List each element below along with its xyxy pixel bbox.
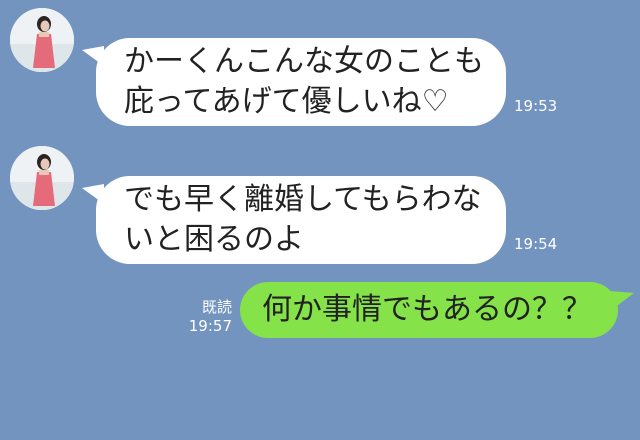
contact-avatar[interactable] bbox=[10, 146, 74, 210]
user-avatar-icon bbox=[10, 146, 74, 210]
user-avatar-icon bbox=[10, 8, 74, 72]
message-timestamp: 19:57 bbox=[188, 317, 232, 335]
message-timestamp: 19:53 bbox=[514, 97, 558, 115]
message-timestamp: 19:54 bbox=[514, 235, 558, 253]
message-bubble-incoming[interactable]: でも早く離婚してもらわな いと困るのよ bbox=[96, 176, 506, 264]
contact-avatar[interactable] bbox=[10, 8, 74, 72]
message-bubble-incoming[interactable]: かーくんこんな女のことも 庇ってあげて優しいね♡ bbox=[96, 38, 506, 126]
read-label: 既読 bbox=[201, 298, 232, 316]
bubble-tail bbox=[610, 291, 634, 311]
read-receipt: 既読 19:57 bbox=[186, 298, 232, 336]
message-bubble-outgoing[interactable]: 何か事情でもあるの？？ bbox=[240, 282, 618, 338]
